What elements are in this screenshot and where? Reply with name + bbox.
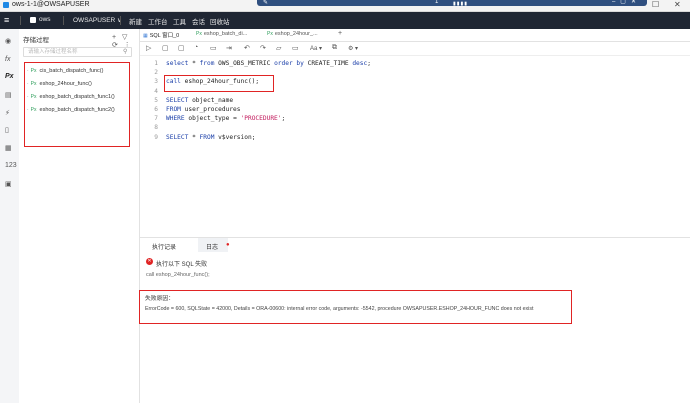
list-item[interactable]: · Px eshop_batch_dispatch_func2() bbox=[27, 107, 115, 113]
procedure-list: · Px cis_batch_dispatch_func() · Px eshop_24… bbox=[24, 62, 130, 147]
table-icon[interactable]: ▣ bbox=[5, 180, 12, 188]
failed-sql: call eshop_24hour_func(); bbox=[146, 272, 210, 278]
hamburger-menu-icon[interactable]: ≡ bbox=[4, 15, 9, 25]
eye-icon[interactable]: ◉ bbox=[5, 37, 11, 45]
add-tab-button[interactable]: + bbox=[338, 30, 342, 37]
annotation-box bbox=[164, 75, 274, 92]
code-line[interactable]: FROM user_procedures bbox=[166, 106, 241, 113]
sequence-icon[interactable]: 123 bbox=[5, 162, 17, 169]
line-number: 9 bbox=[154, 133, 158, 141]
top-navbar: ≡ ows OWSAPUSER ∨ 新建 工作台 工具 会话 回收站 bbox=[0, 12, 690, 29]
reason-title: 失败原因： bbox=[145, 296, 174, 302]
nav-tools[interactable]: 工具 bbox=[173, 16, 186, 26]
nav-new[interactable]: 新建 bbox=[129, 16, 142, 26]
list-item[interactable]: · Px cis_batch_dispatch_func() bbox=[27, 68, 103, 74]
trigger-icon[interactable]: ⚡ bbox=[5, 109, 10, 117]
error-title: 执行以下 SQL 失败 bbox=[156, 262, 208, 268]
procedure-icon[interactable]: Px bbox=[5, 73, 14, 80]
function-icon[interactable]: fx bbox=[5, 56, 10, 63]
list-item[interactable]: · Px eshop_24hour_func() bbox=[27, 81, 92, 87]
package-icon[interactable]: ▤ bbox=[5, 91, 12, 99]
remote-bar-number: 1 bbox=[435, 0, 439, 5]
stop-icon[interactable]: ▢ bbox=[178, 44, 185, 52]
divider bbox=[120, 16, 121, 25]
procedure-tab-icon: Px bbox=[267, 31, 273, 37]
list-item[interactable]: · Px eshop_batch_dispatch_func1() bbox=[27, 94, 115, 100]
close-button[interactable]: ✕ bbox=[674, 0, 681, 9]
maximize-button[interactable]: ☐ bbox=[652, 0, 659, 9]
divider bbox=[63, 16, 64, 25]
nav-session[interactable]: 会话 bbox=[192, 16, 205, 26]
grid-icon[interactable]: ▦ bbox=[5, 144, 12, 152]
format-icon[interactable]: ▱ bbox=[276, 44, 281, 52]
line-number: 6 bbox=[154, 106, 158, 113]
procedure-tab-icon: Px bbox=[196, 31, 202, 37]
remote-controls[interactable]: –▢✕ bbox=[612, 0, 641, 5]
tab-eshop-batch[interactable]: Px eshop_batch_di... bbox=[196, 31, 247, 37]
nav-workbench[interactable]: 工作台 bbox=[148, 16, 168, 26]
reason-text: ErrorCode = 600, SQLState = 42000, Detai… bbox=[145, 306, 534, 312]
line-number: 5 bbox=[154, 96, 158, 104]
procedure-item-icon: Px bbox=[30, 94, 37, 100]
sql-icon: ▦ bbox=[143, 33, 148, 39]
left-icon-rail: ◉ fx Px ▤ ⚡ ▯ ▦ 123 ▣ bbox=[0, 29, 20, 403]
divider bbox=[20, 16, 21, 25]
line-number: 8 bbox=[154, 124, 158, 132]
history-icon[interactable]: ◔ bbox=[194, 44, 198, 51]
line-number: 3 bbox=[154, 78, 158, 86]
search-icon[interactable]: ⚲ bbox=[123, 48, 127, 55]
procedure-item-icon: Px bbox=[30, 81, 37, 87]
user-dropdown[interactable]: OWSAPUSER ∨ bbox=[73, 16, 122, 24]
undo-icon[interactable]: ↶ bbox=[244, 44, 250, 52]
run-icon[interactable]: ▷ bbox=[146, 44, 151, 52]
code-line[interactable]: select * from OWS_OBS_METRIC order by CR… bbox=[166, 60, 371, 67]
panel-title: 存储过程 bbox=[23, 37, 49, 44]
procedure-item-icon: Px bbox=[30, 107, 37, 113]
line-number: 7 bbox=[154, 115, 158, 123]
tab-log[interactable]: 日志 bbox=[206, 242, 218, 251]
error-reason-box: 失败原因： ErrorCode = 600, SQLState = 42000,… bbox=[139, 290, 572, 324]
line-number: 4 bbox=[154, 87, 158, 95]
export-icon[interactable]: ⇥ bbox=[226, 44, 232, 52]
editor-tabs: ▦ SQL 窗口_0 Px eshop_batch_di... Px eshop_24… bbox=[140, 29, 690, 42]
font-size-icon[interactable]: Aa ▾ bbox=[310, 45, 322, 52]
copy-icon[interactable]: ⧉ bbox=[332, 44, 337, 52]
save-icon[interactable]: ▭ bbox=[210, 44, 217, 52]
code-line[interactable]: SELECT * FROM v$version; bbox=[166, 134, 255, 141]
procedure-panel: 存储过程 + ▽ ⟳ ⋮ 请输入存储过程名称 ⚲ · Px cis_batch_di… bbox=[19, 29, 140, 403]
brand-icon bbox=[30, 17, 36, 23]
explain-icon[interactable]: ▢ bbox=[162, 44, 169, 52]
tab-execution-history[interactable]: 执行记录 bbox=[152, 242, 176, 251]
error-icon: ✕ bbox=[146, 258, 153, 265]
tab-sql-window-0[interactable]: ▦ SQL 窗口_0 bbox=[143, 31, 179, 39]
document-icon[interactable]: ▯ bbox=[5, 126, 9, 134]
code-line[interactable]: WHERE object_type = 'PROCEDURE'; bbox=[166, 115, 285, 122]
unread-dot-icon: ● bbox=[226, 242, 230, 248]
window-title: ows-1-1@OWSAPUSER bbox=[12, 1, 90, 8]
nav-recycle-bin[interactable]: 回收站 bbox=[210, 16, 230, 26]
code-line[interactable]: SELECT object_name bbox=[166, 97, 233, 104]
line-number: 2 bbox=[154, 69, 158, 77]
procedure-item-icon: Px bbox=[30, 68, 37, 74]
line-number: 1 bbox=[154, 60, 158, 67]
editor-toolbar: ▷ ▢ ▢ ◔ ▭ ⇥ ↶ ↷ ▱ ▭ Aa ▾ ⧉ ⚙ ▾ bbox=[140, 42, 690, 56]
redo-icon[interactable]: ↷ bbox=[260, 44, 266, 52]
settings-icon[interactable]: ⚙ ▾ bbox=[348, 45, 358, 52]
brand-label[interactable]: ows bbox=[39, 16, 51, 23]
comment-icon[interactable]: ▭ bbox=[292, 44, 299, 52]
pin-icon[interactable]: ✎ bbox=[263, 0, 268, 6]
procedure-search-input[interactable]: 请输入存储过程名称 bbox=[23, 47, 132, 57]
signal-bars-icon: ▮▮▮▮ bbox=[453, 1, 469, 7]
remote-session-bar[interactable]: ✎ 1 ▮▮▮▮ –▢✕ bbox=[257, 0, 647, 7]
app-logo-icon bbox=[3, 2, 9, 8]
tab-eshop-24hour[interactable]: Px eshop_24hour_... bbox=[267, 31, 318, 37]
